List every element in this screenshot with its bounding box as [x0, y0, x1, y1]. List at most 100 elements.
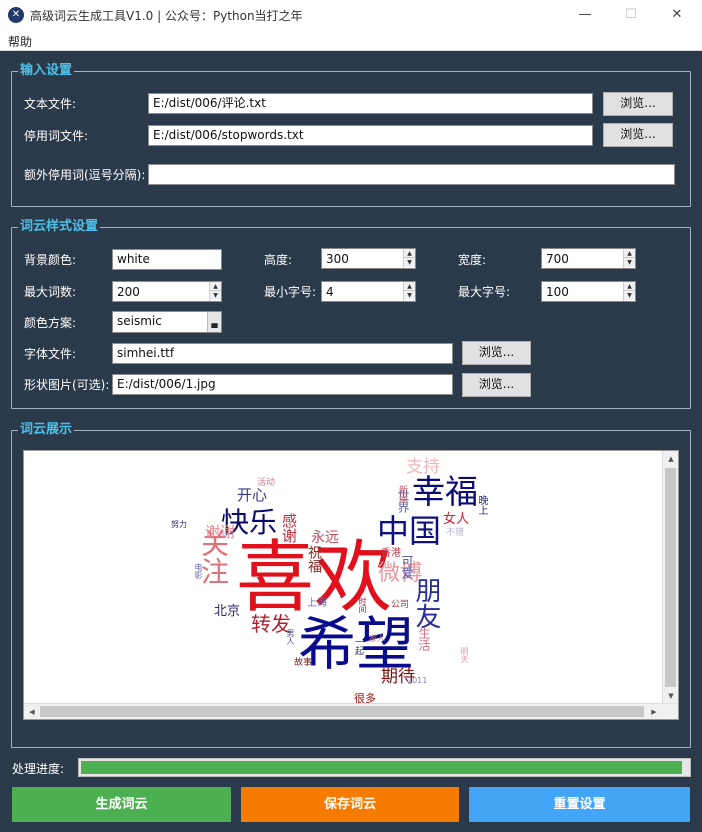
- wordcloud-word: 北京: [214, 604, 241, 619]
- wordcloud-image: 喜欢 希望 关注 快乐 幸福 中国 微博 朋友 转发 期待 谢谢 感谢 开心 支…: [24, 451, 662, 705]
- wordcloud-word: 祝福: [306, 545, 322, 573]
- scroll-left-icon[interactable]: ◀: [24, 704, 40, 719]
- wordcloud-word: 幸福: [412, 472, 478, 511]
- wordcloud-word: 中国: [377, 512, 442, 550]
- horizontal-scrollbar[interactable]: ◀ ▶: [24, 703, 678, 719]
- wordcloud-word: 不错: [446, 528, 465, 538]
- min-font-down-arrow-icon[interactable]: ▼: [404, 291, 415, 300]
- app-icon: ✕: [8, 7, 24, 23]
- scroll-down-icon[interactable]: ▼: [663, 688, 678, 704]
- title-bar: ✕ 高级词云生成工具V1.0 | 公众号：Python当打之年 — ☐ ✕: [0, 0, 702, 30]
- window-title: 高级词云生成工具V1.0 | 公众号：Python当打之年: [30, 9, 303, 23]
- generate-wordcloud-button[interactable]: 生成词云: [12, 787, 231, 822]
- max-font-label: 最大字号:: [458, 285, 511, 299]
- mask-image-browse-button[interactable]: 浏览...: [462, 373, 531, 397]
- height-down-arrow-icon[interactable]: ▼: [404, 258, 415, 267]
- wordcloud-word: 支持: [406, 457, 440, 477]
- colormap-select[interactable]: seismic ▄: [112, 311, 222, 333]
- wordcloud-word: 上海: [307, 598, 327, 609]
- width-spinbox[interactable]: 700 ▲ ▼: [541, 248, 636, 269]
- stopword-file-browse-button[interactable]: 浏览...: [603, 123, 673, 147]
- height-up-arrow-icon[interactable]: ▲: [404, 249, 415, 258]
- reset-settings-button[interactable]: 重置设置: [469, 787, 690, 822]
- wordcloud-word: 故事: [294, 658, 313, 668]
- text-file-input[interactable]: E:/dist/006/评论.txt: [148, 93, 593, 114]
- colormap-label: 颜色方案:: [24, 316, 77, 330]
- progress-label: 处理进度:: [12, 762, 65, 776]
- max-font-down-arrow-icon[interactable]: ▼: [624, 291, 635, 300]
- max-font-value: 100: [546, 285, 569, 299]
- font-file-input[interactable]: simhei.ttf: [112, 343, 453, 364]
- height-label: 高度:: [264, 253, 293, 267]
- background-color-label: 背景颜色:: [24, 253, 77, 267]
- text-file-browse-button[interactable]: 浏览...: [603, 92, 673, 116]
- height-value: 300: [326, 252, 349, 266]
- wordcloud-word: 新闻: [397, 485, 407, 503]
- close-button[interactable]: ✕: [662, 4, 692, 26]
- wordcloud-word: 男人: [286, 629, 295, 645]
- max-font-up-arrow-icon[interactable]: ▲: [624, 282, 635, 291]
- font-file-label: 字体文件:: [24, 347, 77, 361]
- style-settings-title: 词云样式设置: [18, 219, 101, 235]
- min-font-value: 4: [326, 285, 334, 299]
- wordcloud-canvas: 喜欢 希望 关注 快乐 幸福 中国 微博 朋友 转发 期待 谢谢 感谢 开心 支…: [23, 450, 679, 720]
- save-wordcloud-button[interactable]: 保存词云: [241, 787, 459, 822]
- progress-fill: [81, 761, 682, 774]
- max-words-down-arrow-icon[interactable]: ▼: [210, 291, 221, 300]
- input-settings-title: 输入设置: [18, 63, 75, 79]
- wordcloud-word: 开心: [237, 486, 268, 504]
- stopword-file-input[interactable]: E:/dist/006/stopwords.txt: [148, 125, 593, 146]
- wordcloud-word: 2011: [407, 676, 428, 685]
- wordcloud-word: 公司: [391, 600, 410, 610]
- width-label: 宽度:: [458, 253, 487, 267]
- extra-stopwords-input[interactable]: [148, 164, 675, 185]
- scroll-right-icon[interactable]: ▶: [646, 704, 662, 719]
- font-file-browse-button[interactable]: 浏览...: [462, 341, 531, 365]
- background-color-input[interactable]: white: [112, 249, 222, 270]
- max-words-spinbox[interactable]: 200 ▲ ▼: [112, 281, 222, 302]
- wordcloud-word: 女人: [443, 512, 470, 527]
- wordcloud-word: 时间: [358, 597, 367, 613]
- stopword-file-label: 停用词文件:: [24, 129, 89, 143]
- progress-bar: [78, 758, 691, 777]
- height-spinbox[interactable]: 300 ▲ ▼: [321, 248, 416, 269]
- wordcloud-word: 香港: [381, 548, 401, 559]
- maximize-button[interactable]: ☐: [616, 4, 646, 26]
- min-font-label: 最小字号:: [264, 285, 317, 299]
- wordcloud-word: 家人: [369, 634, 385, 643]
- wordcloud-word: 活动: [257, 478, 276, 488]
- max-words-up-arrow-icon[interactable]: ▲: [210, 282, 221, 291]
- wordcloud-word: 永远: [311, 530, 339, 546]
- wordcloud-word: 可爱: [400, 555, 414, 579]
- vertical-scrollbar[interactable]: ▲ ▼: [662, 451, 678, 704]
- chevron-down-icon[interactable]: ▄: [207, 312, 221, 332]
- min-font-spinbox[interactable]: 4 ▲ ▼: [321, 281, 416, 302]
- width-down-arrow-icon[interactable]: ▼: [624, 258, 635, 267]
- horizontal-scroll-thumb[interactable]: [40, 706, 644, 717]
- menu-help[interactable]: 帮助: [8, 33, 32, 50]
- min-font-up-arrow-icon[interactable]: ▲: [404, 282, 415, 291]
- wordcloud-word: 努力: [171, 520, 187, 529]
- text-file-label: 文本文件:: [24, 97, 77, 111]
- colormap-value: seismic: [117, 314, 162, 328]
- minimize-button[interactable]: —: [570, 4, 600, 26]
- wordcloud-word: 感谢: [280, 513, 298, 543]
- wordcloud-word: 朋友: [411, 577, 441, 629]
- mask-image-label: 形状图片(可选):: [24, 378, 110, 392]
- width-value: 700: [546, 252, 569, 266]
- max-words-value: 200: [117, 285, 140, 299]
- wordcloud-word: 一起: [353, 637, 363, 655]
- mask-image-input[interactable]: E:/dist/006/1.jpg: [112, 374, 453, 395]
- extra-stopwords-label: 额外停用词(逗号分隔):: [24, 168, 146, 182]
- scroll-up-icon[interactable]: ▲: [663, 451, 678, 467]
- menu-bar: 帮助: [0, 30, 702, 51]
- max-words-label: 最大词数:: [24, 285, 77, 299]
- max-font-spinbox[interactable]: 100 ▲ ▼: [541, 281, 636, 302]
- wordcloud-word: 谢谢: [205, 523, 236, 541]
- wordcloud-word: 电影: [194, 563, 203, 579]
- wordcloud-word: 转发: [251, 612, 291, 636]
- display-title: 词云展示: [18, 422, 75, 438]
- width-up-arrow-icon[interactable]: ▲: [624, 249, 635, 258]
- vertical-scroll-thumb[interactable]: [665, 468, 676, 687]
- wordcloud-word: 晚上: [476, 495, 487, 515]
